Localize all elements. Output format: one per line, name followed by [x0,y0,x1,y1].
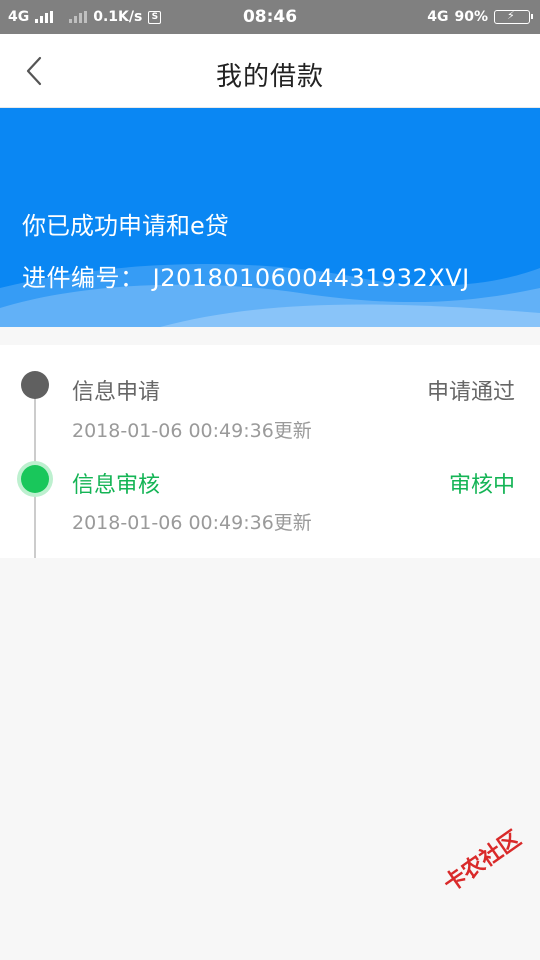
step-done-dot-icon [21,371,49,399]
step-active-dot-icon [21,465,49,493]
progress-timeline: 信息申请 申请通过 2018-01-06 00:49:36更新 信息审核 审核中… [0,345,540,558]
timeline-step: 信息审核 审核中 2018-01-06 00:49:36更新 [0,445,540,534]
step-status: 申请通过 [426,380,515,405]
nav-bar: 我的借款 [0,34,540,108]
status-right: 4G 90% ⚡ [427,9,533,25]
timeline-step: 信息申请 申请通过 2018-01-06 00:49:36更新 [0,345,540,442]
status-bar: 4G 0.1K/s S 08:46 4G 90% ⚡ [0,0,540,34]
watermark-logo: 卡农社区 [436,809,540,921]
step-title: 信息审核 [72,473,161,498]
banner-title: 你已成功申请和e贷 [22,212,229,240]
step-time: 2018-01-06 00:49:36更新 [72,512,312,534]
battery-icon: ⚡ [494,9,533,24]
application-number: 进件编号： J20180106004431932XVJ [22,264,470,292]
battery-percent: 90% [454,9,488,25]
loan-banner: 你已成功申请和e贷 进件编号： J20180106004431932XVJ [0,108,540,327]
page-title: 我的借款 [215,62,324,92]
step-time: 2018-01-06 00:49:36更新 [72,420,312,442]
step-title: 信息申请 [72,380,161,405]
step-status: 审核中 [448,473,515,498]
network-type-right: 4G [427,9,449,25]
watermark-text: 卡农社区 [439,826,526,898]
